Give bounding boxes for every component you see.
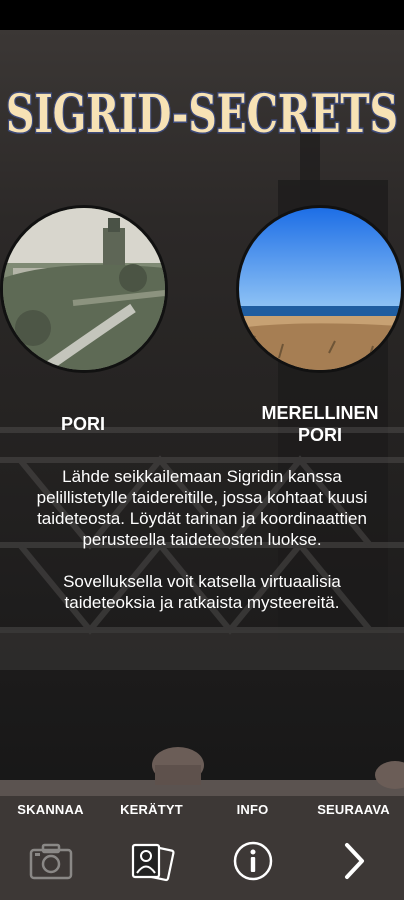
- status-bar: [0, 0, 404, 30]
- tab-skannaa[interactable]: SKANNAA: [0, 792, 101, 900]
- tab-info-label: INFO: [236, 802, 269, 817]
- intro-paragraph-2: Sovelluksella voit katsella virtuaalisia…: [63, 572, 341, 612]
- pori-label[interactable]: PORI: [20, 413, 146, 435]
- tab-skannaa-label: SKANNAA: [17, 802, 84, 817]
- tab-keratyt-label: KERÄTYT: [120, 802, 183, 817]
- app-title: SIGRID-SECRETS: [6, 84, 398, 145]
- chevron-right-icon: [329, 840, 379, 882]
- tab-seuraava[interactable]: SEURAAVA: [303, 792, 404, 900]
- pori-location-thumbnail[interactable]: [0, 205, 168, 373]
- background-photo: [0, 30, 404, 900]
- intro-paragraph-1: Lähde seikkailemaan Sigridin kanssa peli…: [36, 467, 368, 549]
- merellinen-pori-location-thumbnail[interactable]: [236, 205, 404, 373]
- info-icon: [228, 840, 278, 882]
- home-screen: SIGRID-SECRETS PORI MERELLINEN PORI Lähd…: [0, 0, 404, 900]
- bottom-navigation: SKANNAA KERÄTYT INFO SEURAAVA: [0, 792, 404, 900]
- app-logo: SIGRID-SECRETS: [0, 72, 404, 154]
- camera-icon: [26, 840, 76, 882]
- tab-keratyt[interactable]: KERÄTYT: [101, 792, 202, 900]
- tab-info[interactable]: INFO: [202, 792, 303, 900]
- tab-seuraava-label: SEURAAVA: [317, 802, 390, 817]
- merellinen-pori-label[interactable]: MERELLINEN PORI: [236, 402, 404, 446]
- collected-images-icon: [127, 840, 177, 882]
- intro-description: Lähde seikkailemaan Sigridin kanssa peli…: [22, 466, 382, 613]
